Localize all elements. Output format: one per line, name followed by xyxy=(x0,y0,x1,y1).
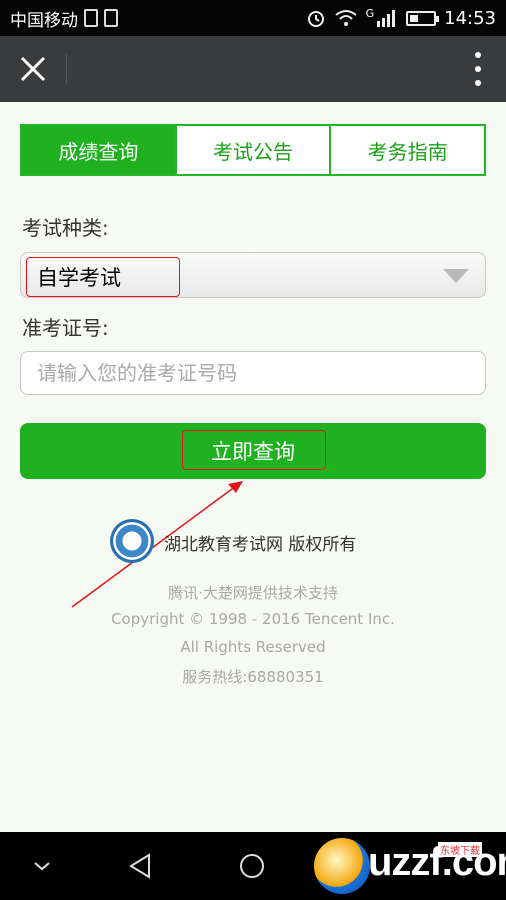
exam-authority-logo xyxy=(110,519,154,563)
footer-copyright: Copyright © 1998 - 2016 Tencent Inc. xyxy=(111,610,395,628)
watermark-badge: 东坡下载 xyxy=(438,842,482,857)
back-triangle-icon xyxy=(129,853,150,879)
footer-hotline: 服务热线:68880351 xyxy=(182,668,324,686)
footer-org: 湖北教育考试网 版权所有 xyxy=(164,535,357,555)
watermark-logo-icon xyxy=(314,838,370,894)
site-watermark: uzzf.com 东坡下载 xyxy=(310,836,506,896)
home-button[interactable] xyxy=(236,850,268,882)
footer-support: 腾讯·大楚网提供技术支持 xyxy=(168,584,338,602)
chevron-down-icon xyxy=(34,862,50,871)
watermark-text: uzzf.com xyxy=(368,840,506,884)
home-circle-icon xyxy=(240,854,264,878)
hide-nav-button[interactable] xyxy=(26,850,58,882)
annotation-arrow xyxy=(71,481,243,608)
footer-rights: All Rights Reserved xyxy=(180,638,326,656)
back-button[interactable] xyxy=(124,850,156,882)
